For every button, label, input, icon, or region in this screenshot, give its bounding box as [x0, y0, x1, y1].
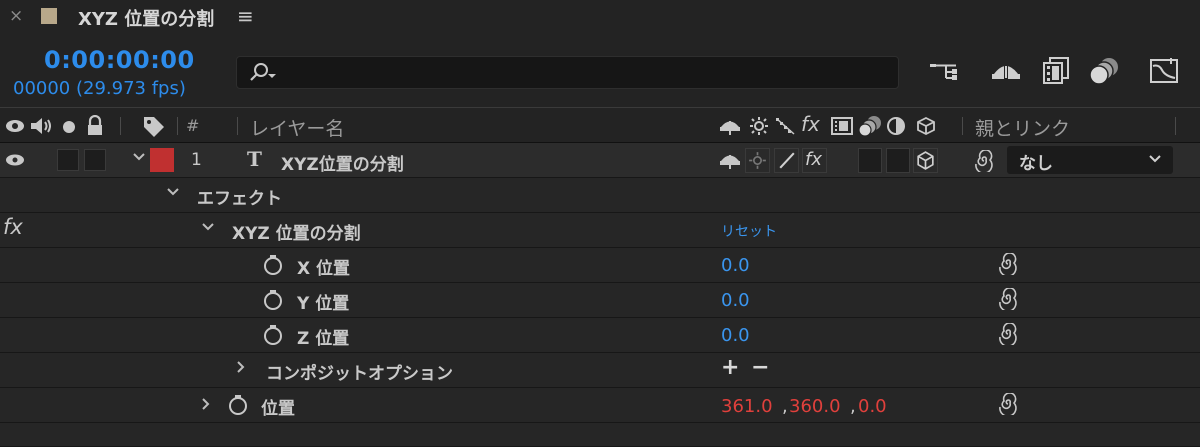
composition-flowchart-icon[interactable] — [926, 56, 962, 90]
parent-select-value: なし — [1019, 154, 1053, 174]
layer-name-column-header[interactable]: レイヤー名 — [250, 114, 344, 141]
column-separator — [237, 117, 238, 135]
property-row[interactable]: X 位置 0.0 — [0, 248, 1200, 283]
video-eye-column-icon[interactable] — [4, 117, 26, 139]
column-separator — [962, 117, 963, 135]
motion-blur-column-icon[interactable] — [856, 115, 884, 141]
panel-menu-icon[interactable]: ≡ — [237, 4, 254, 28]
position-y-value[interactable]: 360.0 — [789, 396, 841, 417]
column-separator — [177, 117, 178, 135]
column-separator — [1175, 117, 1176, 135]
adjustment-switch[interactable] — [886, 148, 910, 173]
property-value[interactable]: 0.0 — [721, 290, 750, 311]
shy-switch-icon[interactable] — [718, 151, 742, 173]
property-value[interactable]: 0.0 — [721, 255, 750, 276]
draft-3d-icon[interactable] — [988, 56, 1024, 90]
label-tag-icon[interactable] — [142, 115, 166, 141]
pick-whip-icon[interactable] — [997, 322, 1019, 349]
property-label: X 位置 — [297, 259, 351, 279]
frame-blending-icon[interactable] — [1038, 56, 1074, 90]
fx-icon: fx — [805, 149, 822, 170]
pick-whip-icon[interactable] — [997, 252, 1019, 279]
effect-switch[interactable]: fx — [802, 148, 827, 173]
pick-whip-icon[interactable] — [973, 149, 995, 176]
audio-speaker-column-icon[interactable] — [29, 116, 53, 140]
adjustment-layer-column-icon[interactable] — [886, 116, 906, 140]
motion-blur-switch[interactable] — [858, 148, 882, 173]
search-icon[interactable] — [249, 62, 279, 88]
search-input[interactable] — [287, 61, 887, 85]
chevron-down-icon[interactable] — [165, 184, 181, 204]
collapse-switch[interactable] — [745, 148, 770, 173]
property-label: Z 位置 — [297, 329, 350, 349]
number-column-header: # — [186, 116, 200, 135]
pick-whip-icon[interactable] — [997, 287, 1019, 314]
current-timecode[interactable]: 0:00:00:00 — [44, 46, 195, 74]
position-row[interactable]: 位置 361.0 , 360.0 , 0.0 — [0, 388, 1200, 423]
motion-blur-icon[interactable] — [1085, 56, 1121, 90]
effect-column-icon[interactable]: fx — [801, 112, 820, 136]
position-x-value[interactable]: 361.0 — [721, 396, 773, 417]
comp-color-swatch — [41, 8, 57, 24]
column-separator — [120, 117, 121, 135]
effect-row[interactable]: fx XYZ 位置の分割 リセット — [0, 213, 1200, 248]
chevron-down-icon[interactable] — [131, 149, 147, 169]
tab-close-button[interactable]: × — [9, 6, 23, 26]
parent-select[interactable]: なし — [1007, 146, 1173, 174]
search-field[interactable] — [236, 56, 899, 89]
property-row[interactable]: Z 位置 0.0 — [0, 318, 1200, 353]
graph-editor-icon[interactable] — [1147, 56, 1183, 90]
position-label: 位置 — [261, 399, 295, 419]
composite-options-row[interactable]: コンポジットオプション + − — [0, 353, 1200, 388]
position-separator: , — [782, 396, 788, 417]
collapse-transformation-icon[interactable] — [748, 116, 770, 140]
text-layer-icon: T — [247, 147, 262, 171]
layer-label-color[interactable] — [150, 148, 174, 172]
3d-layer-column-icon[interactable] — [915, 116, 937, 140]
chevron-down-icon[interactable] — [200, 219, 216, 239]
quality-column-icon[interactable] — [774, 116, 796, 140]
lock-toggle[interactable] — [84, 149, 106, 171]
lock-column-icon[interactable] — [86, 114, 104, 141]
stopwatch-icon[interactable] — [262, 324, 284, 350]
frame-count: 00000 (29.973 fps) — [13, 78, 186, 99]
comp-tab-bar: × XYZ 位置の分割 ≡ — [0, 0, 1200, 36]
effect-name[interactable]: XYZ 位置の分割 — [232, 219, 361, 244]
quality-switch[interactable] — [774, 148, 799, 173]
3d-layer-switch[interactable] — [913, 148, 938, 173]
effects-group-row[interactable]: エフェクト — [0, 178, 1200, 213]
solo-column-icon[interactable] — [62, 119, 76, 138]
composite-options-label: コンポジットオプション — [266, 364, 453, 384]
add-remove-mask-controls[interactable]: + − — [721, 355, 772, 380]
shy-column-icon[interactable] — [718, 117, 742, 139]
chevron-right-icon[interactable] — [198, 396, 214, 416]
empty-row — [0, 423, 1200, 447]
position-z-value[interactable]: 0.0 — [858, 396, 887, 417]
layer-row[interactable]: 1 T XYZ位置の分割 fx なし — [0, 143, 1200, 178]
chevron-right-icon[interactable] — [233, 359, 249, 379]
position-separator: , — [850, 396, 856, 417]
layer-index: 1 — [191, 150, 202, 170]
column-header-bar: # レイヤー名 fx 親とリンク — [0, 107, 1200, 143]
property-label: Y 位置 — [297, 294, 350, 314]
effect-enable-fx-icon[interactable]: fx — [3, 215, 23, 239]
chevron-down-icon — [1147, 151, 1163, 171]
frame-blend-column-icon[interactable] — [830, 116, 854, 140]
property-row[interactable]: Y 位置 0.0 — [0, 283, 1200, 318]
reset-button[interactable]: リセット — [721, 221, 777, 241]
layer-name[interactable]: XYZ位置の分割 — [281, 150, 404, 175]
property-value[interactable]: 0.0 — [721, 325, 750, 346]
parent-link-column-header[interactable]: 親とリンク — [975, 114, 1070, 141]
effects-group-label: エフェクト — [197, 189, 282, 209]
pick-whip-icon[interactable] — [997, 392, 1019, 419]
solo-toggle[interactable] — [57, 149, 79, 171]
visibility-eye-icon[interactable] — [4, 152, 26, 172]
comp-tab-title[interactable]: XYZ 位置の分割 — [78, 5, 214, 31]
stopwatch-icon[interactable] — [227, 394, 249, 420]
stopwatch-icon[interactable] — [262, 254, 284, 280]
stopwatch-icon[interactable] — [262, 289, 284, 315]
